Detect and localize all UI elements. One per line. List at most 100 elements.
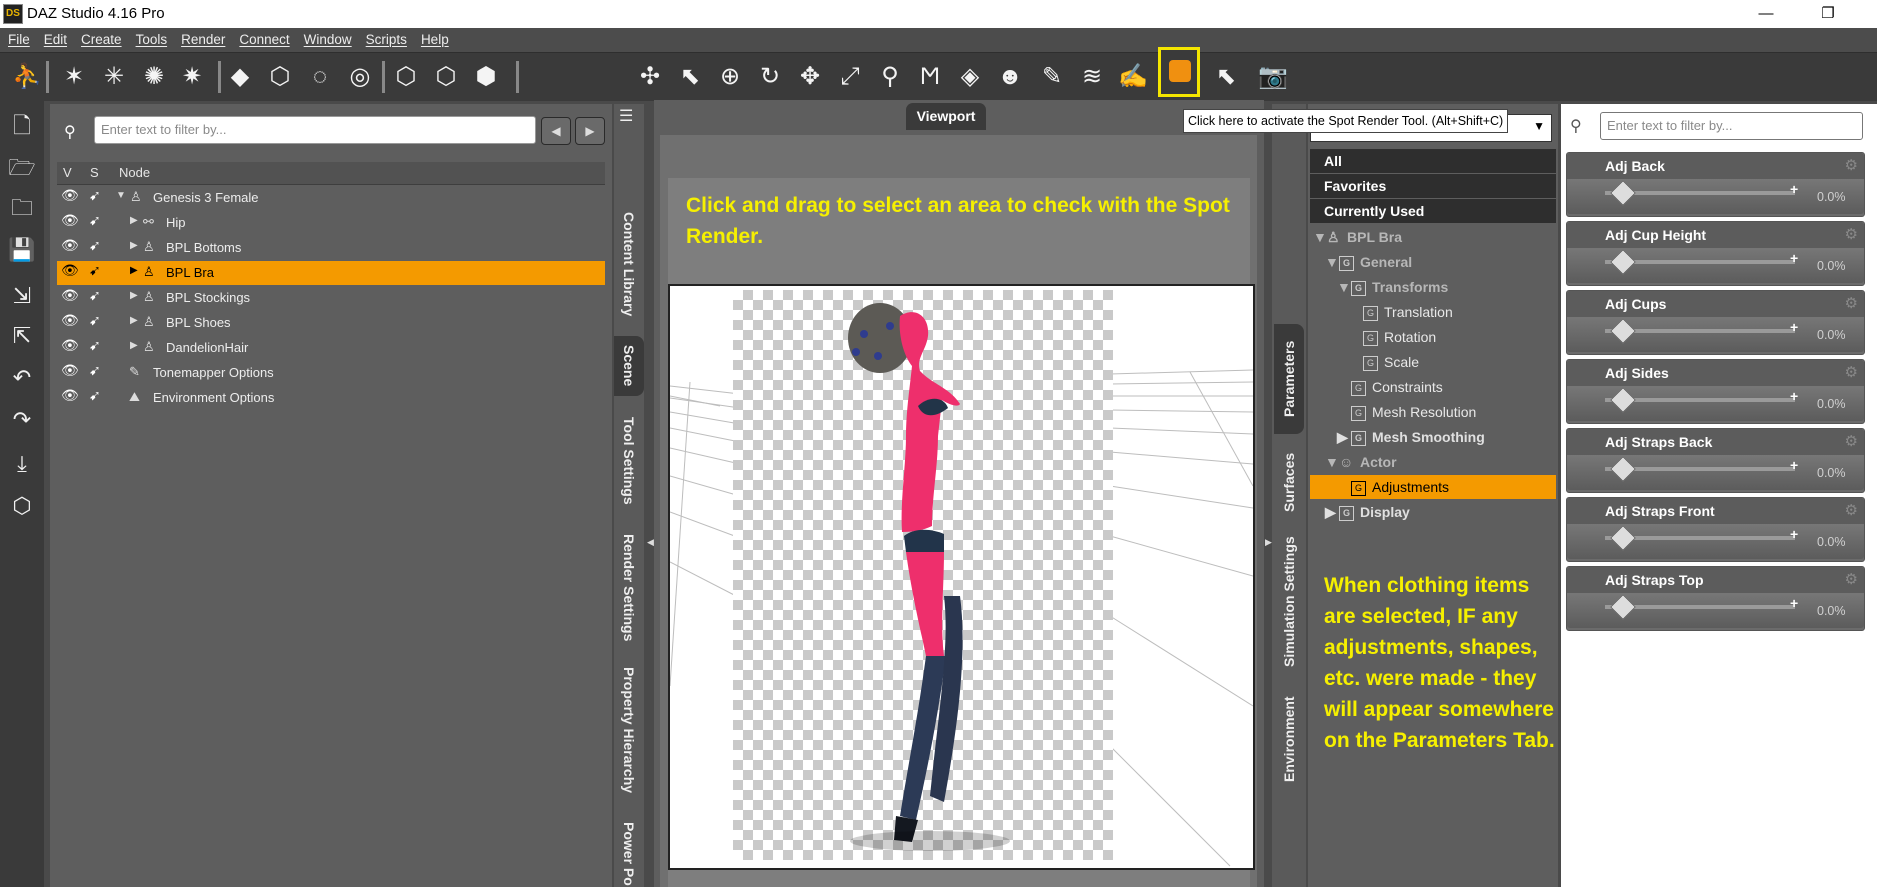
frame-icon[interactable]: ⬡ xyxy=(8,492,36,520)
region-navigator-icon[interactable]: ⊕ xyxy=(716,62,744,92)
open-icon[interactable]: 🗁 xyxy=(8,154,36,182)
active-pose-icon[interactable]: ☻ xyxy=(996,62,1024,92)
tree-item-translation[interactable]: G Translation xyxy=(1310,300,1556,324)
scene-node-row[interactable]: 👁 ➹ ▶ ♙ DandelionHair xyxy=(57,336,605,360)
save-icon[interactable]: 💾 xyxy=(8,236,36,264)
expand-arrow-icon[interactable]: ▶ xyxy=(130,215,138,226)
joint-editor-icon[interactable]: ⚲ xyxy=(876,62,904,92)
tree-item-general[interactable]: ▼ G General xyxy=(1310,250,1556,274)
slider-adj-straps-back[interactable]: Adj Straps Back ⚙ + 0.0% xyxy=(1566,428,1865,493)
tab-scene[interactable]: Scene xyxy=(614,336,644,396)
slider-value[interactable]: 0.0% xyxy=(1817,466,1846,480)
tree-arrow-icon[interactable]: ▼ xyxy=(1325,454,1339,470)
slider-adj-cups[interactable]: Adj Cups ⚙ + 0.0% xyxy=(1566,290,1865,355)
slider-value[interactable]: 0.0% xyxy=(1817,535,1846,549)
scene-node-row[interactable]: 👁 ➹ ⛰ Environment Options xyxy=(57,386,605,410)
menu-scripts[interactable]: Scripts xyxy=(358,28,413,47)
tree-item-mesh-smoothing[interactable]: ▶ G Mesh Smoothing xyxy=(1310,425,1556,449)
tab-power-pose[interactable]: Power Po xyxy=(614,820,644,887)
tree-item-display[interactable]: ▶ G Display xyxy=(1310,500,1556,524)
eye-icon[interactable]: 👁 xyxy=(61,362,79,379)
new-scene-icon[interactable]: 🗋 xyxy=(8,112,36,140)
cursor-icon[interactable]: ➹ xyxy=(89,187,101,204)
eye-icon[interactable]: 👁 xyxy=(61,237,79,254)
create-plane-icon[interactable]: ◆ xyxy=(226,62,254,92)
slider-value[interactable]: 0.0% xyxy=(1817,259,1846,273)
menu-file[interactable]: File xyxy=(0,28,36,47)
tree-item-all[interactable]: All xyxy=(1310,149,1556,173)
powerpose-icon[interactable]: ✎ xyxy=(1038,62,1066,92)
gear-icon[interactable]: ⚙ xyxy=(1845,501,1858,519)
redo-icon[interactable]: ↷ xyxy=(8,406,36,434)
column-selectable[interactable]: S xyxy=(90,165,99,180)
cursor-icon[interactable]: ➹ xyxy=(89,262,101,279)
undo-icon[interactable]: ↶ xyxy=(8,364,36,392)
scene-node-row[interactable]: 👁 ➹ ▶ ⚯ Hip xyxy=(57,211,605,235)
gear-icon[interactable]: ⚙ xyxy=(1845,363,1858,381)
eye-icon[interactable]: 👁 xyxy=(61,387,79,404)
tree-item-transforms[interactable]: ▼ G Transforms xyxy=(1310,275,1556,299)
tree-item-adjustments[interactable]: G Adjustments xyxy=(1310,475,1556,499)
create-spotlight-icon[interactable]: ✶ xyxy=(60,62,88,92)
scene-node-row[interactable]: 👁 ➹ ▶ ♙ BPL Stockings xyxy=(57,286,605,310)
cursor-icon[interactable]: ➹ xyxy=(89,212,101,229)
tab-tool-settings[interactable]: Tool Settings xyxy=(614,406,644,516)
rotate-tool-icon[interactable]: ↻ xyxy=(756,62,784,92)
tree-item-actor[interactable]: ▼ ☺ Actor xyxy=(1310,450,1556,474)
tree-item-constraints[interactable]: G Constraints xyxy=(1310,375,1556,399)
slider-adj-back[interactable]: Adj Back ⚙ + 0.0% xyxy=(1566,152,1865,217)
expand-arrow-icon[interactable]: ▶ xyxy=(130,340,138,351)
menu-edit[interactable]: Edit xyxy=(36,28,73,47)
geometry-editor-icon[interactable]: Ϻ xyxy=(916,62,944,92)
cursor-icon[interactable]: ➹ xyxy=(89,287,101,304)
scene-node-row[interactable]: 👁 ➹ ▶ ♙ BPL Bottoms xyxy=(57,236,605,260)
tree-item-mesh-resolution[interactable]: G Mesh Resolution xyxy=(1310,400,1556,424)
create-linear-light-icon[interactable]: ✷ xyxy=(178,62,206,92)
eye-icon[interactable]: 👁 xyxy=(61,312,79,329)
eye-icon[interactable]: 👁 xyxy=(61,287,79,304)
create-distant-light-icon[interactable]: ✳ xyxy=(100,62,128,92)
create-null-icon[interactable]: ⬡ xyxy=(392,62,420,92)
eye-icon[interactable]: 👁 xyxy=(61,337,79,354)
tab-simulation-settings[interactable]: Simulation Settings xyxy=(1274,532,1304,672)
cursor-icon[interactable]: ➹ xyxy=(89,387,101,404)
tree-arrow-icon[interactable]: ▼ xyxy=(1325,254,1339,270)
slider-value[interactable]: 0.0% xyxy=(1817,604,1846,618)
menu-window[interactable]: Window xyxy=(296,28,358,47)
expand-arrow-icon[interactable]: ▶ xyxy=(130,290,138,301)
tree-item-scale[interactable]: G Scale xyxy=(1310,350,1556,374)
menu-render[interactable]: Render xyxy=(173,28,231,47)
gear-icon[interactable]: ⚙ xyxy=(1845,432,1858,450)
panel-menu-icon[interactable]: ☰ xyxy=(619,106,639,126)
slider-value[interactable]: 0.0% xyxy=(1817,190,1846,204)
spot-render-tool-button[interactable] xyxy=(1158,47,1200,97)
slider-adj-straps-front[interactable]: Adj Straps Front ⚙ + 0.0% xyxy=(1566,497,1865,562)
create-figure-icon[interactable]: ⛹ xyxy=(12,62,42,92)
maximize-icon[interactable]: ❐ xyxy=(1808,3,1848,25)
tree-arrow-icon[interactable]: ▶ xyxy=(1337,429,1348,446)
point-at-icon[interactable]: ⬉ xyxy=(1212,62,1240,92)
scene-node-row[interactable]: 👁 ➹ ✎ Tonemapper Options xyxy=(57,361,605,385)
scene-node-row[interactable]: 👁 ➹ ▶ ♙ BPL Shoes xyxy=(57,311,605,335)
tab-property-hierarchy[interactable]: Property Hierarchy xyxy=(614,660,644,800)
create-sphere-icon[interactable]: ◎ xyxy=(346,62,374,92)
slider-adj-sides[interactable]: Adj Sides ⚙ + 0.0% xyxy=(1566,359,1865,424)
cursor-icon[interactable]: ➹ xyxy=(89,362,101,379)
tree-arrow-icon[interactable]: ▶ xyxy=(1325,504,1336,521)
eye-icon[interactable]: 👁 xyxy=(61,187,79,204)
tree-item-favorites[interactable]: Favorites xyxy=(1310,174,1556,198)
slider-value[interactable]: 0.0% xyxy=(1817,328,1846,342)
previous-button[interactable]: ◀ xyxy=(541,117,571,145)
gear-icon[interactable]: ⚙ xyxy=(1845,156,1858,174)
column-visible[interactable]: V xyxy=(63,165,72,180)
minimize-icon[interactable]: — xyxy=(1746,3,1786,25)
menu-connect[interactable]: Connect xyxy=(231,28,295,47)
scale-tool-icon[interactable]: ⤢ xyxy=(836,62,864,92)
expand-arrow-icon[interactable]: ▶ xyxy=(130,265,138,276)
create-cube-icon[interactable]: ⬡ xyxy=(266,62,294,92)
scene-node-row-selected[interactable]: 👁 ➹ ▶ ♙ BPL Bra xyxy=(57,261,605,285)
node-weight-map-icon[interactable]: ✍ xyxy=(1118,62,1148,92)
transfer-utility-icon[interactable]: ≋ xyxy=(1078,62,1106,92)
render-camera-icon[interactable]: 📷 xyxy=(1258,62,1288,92)
tree-item-currently-used[interactable]: Currently Used xyxy=(1310,199,1556,223)
